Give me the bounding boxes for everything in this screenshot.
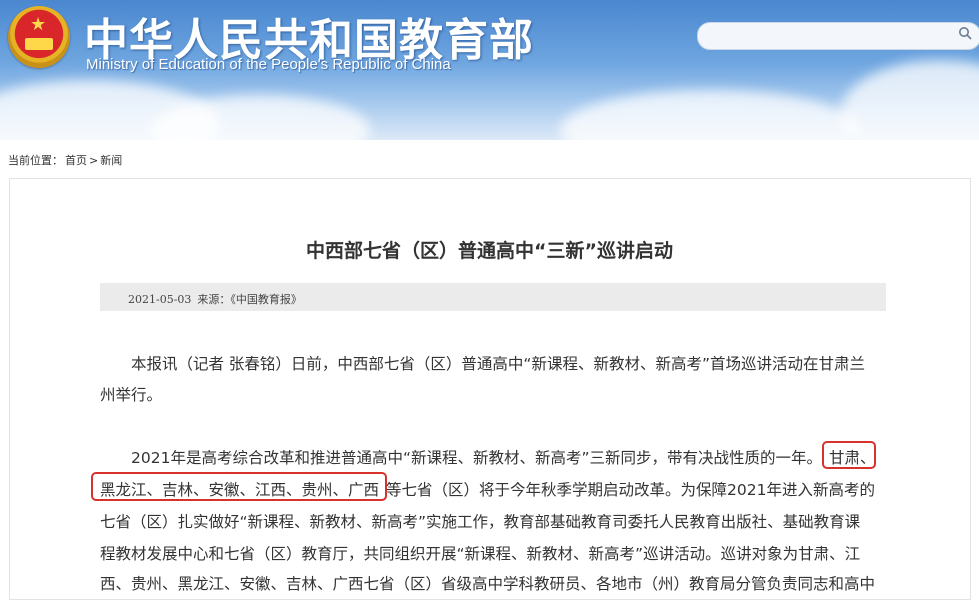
- highlight-box-gansu: [822, 441, 876, 469]
- paragraph-1-line-2: 州举行。: [100, 386, 163, 404]
- breadcrumb: 当前位置： 首页 > 新闻: [8, 152, 124, 168]
- paragraph-2-line-3: 七省（区）扎实做好“新课程、新教材、新高考”实施工作，教育部基础教育司委托人民教…: [100, 513, 861, 531]
- national-emblem-icon[interactable]: ★: [8, 6, 70, 68]
- breadcrumb-current[interactable]: 新闻: [100, 154, 122, 167]
- paragraph-2-line-5: 西、贵州、黑龙江、安徽、吉林、广西七省（区）省级高中学科教研员、各地市（州）教育…: [100, 575, 876, 593]
- site-subtitle: Ministry of Education of the People's Re…: [86, 56, 451, 73]
- cloud-decoration: [840, 60, 979, 140]
- paragraph-2-line-2b: 等七省（区）将于今年秋季学期启动改革。为保障2021年进入新高考的: [386, 481, 875, 499]
- article-source: 《中国教育报》: [230, 293, 302, 306]
- paragraph-2-line-1a: 2021年是高考综合改革和推进普通高中“新课程、新教材、新高考”三新同步，带有决…: [131, 449, 823, 467]
- search-input[interactable]: [697, 22, 979, 50]
- breadcrumb-home-link[interactable]: 首页: [65, 154, 87, 167]
- article-source-label: 来源：: [197, 293, 231, 306]
- site-header: ★ 中华人民共和国教育部 Ministry of Education of th…: [0, 0, 979, 140]
- article-date: 2021-05-03: [128, 293, 192, 306]
- cloud-decoration: [560, 90, 860, 140]
- article-meta-bar: 2021-05-03 来源：《中国教育报》: [100, 283, 886, 311]
- breadcrumb-prefix: 当前位置：: [8, 154, 63, 167]
- article-title: 中西部七省（区）普通高中“三新”巡讲启动: [306, 240, 673, 262]
- search-icon[interactable]: [958, 26, 972, 40]
- highlight-box-provinces: [91, 472, 387, 501]
- paragraph-1-line-1: 本报讯（记者 张春铭）日前，中西部七省（区）普通高中“新课程、新教材、新高考”首…: [131, 355, 865, 373]
- breadcrumb-separator: >: [89, 154, 99, 167]
- paragraph-2-line-4: 程教材发展中心和七省（区）教育厅，共同组织开展“新课程、新教材、新高考”巡讲活动…: [100, 545, 861, 563]
